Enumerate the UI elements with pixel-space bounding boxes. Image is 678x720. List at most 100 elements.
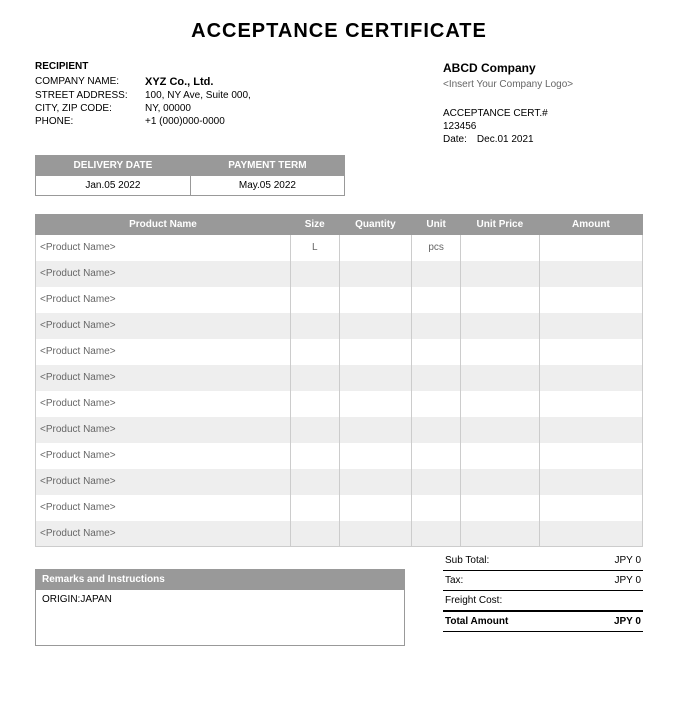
cell-unit_price — [460, 443, 539, 469]
freight-label: Freight Cost: — [445, 595, 502, 606]
remarks-content: ORIGIN:JAPAN — [35, 590, 405, 646]
company-name-label: COMPANY NAME: — [35, 76, 145, 88]
date-value: Dec.01 2021 — [477, 134, 534, 145]
size-header: Size — [290, 215, 339, 235]
cell-amount — [539, 287, 642, 313]
cell-quantity — [339, 339, 412, 365]
street-address-value: 100, NY Ave, Suite 000, — [145, 90, 251, 101]
subtotal-label: Sub Total: — [445, 555, 489, 566]
cell-unit — [412, 313, 461, 339]
table-row: <Product Name> — [36, 495, 643, 521]
city-zip-label: CITY, ZIP CODE: — [35, 103, 145, 114]
cell-quantity — [339, 287, 412, 313]
cell-amount — [539, 391, 642, 417]
cell-unit_price — [460, 261, 539, 287]
cell-size — [290, 365, 339, 391]
unit-price-header: Unit Price — [460, 215, 539, 235]
quantity-header: Quantity — [339, 215, 412, 235]
logo-placeholder: <Insert Your Company Logo> — [443, 79, 643, 90]
cell-unit_price — [460, 417, 539, 443]
cell-name: <Product Name> — [36, 235, 291, 261]
cell-amount — [539, 469, 642, 495]
cell-amount — [539, 443, 642, 469]
company-block: ABCD Company <Insert Your Company Logo> … — [443, 61, 643, 145]
cell-name: <Product Name> — [36, 313, 291, 339]
unit-header: Unit — [412, 215, 461, 235]
table-row: <Product Name> — [36, 365, 643, 391]
cell-unit_price — [460, 521, 539, 547]
cell-name: <Product Name> — [36, 521, 291, 547]
cell-quantity — [339, 235, 412, 261]
cell-unit_price — [460, 235, 539, 261]
cell-amount — [539, 313, 642, 339]
cell-unit — [412, 339, 461, 365]
cell-unit — [412, 287, 461, 313]
table-row: <Product Name> — [36, 261, 643, 287]
cell-amount — [539, 417, 642, 443]
delivery-table: DELIVERY DATE PAYMENT TERM Jan.05 2022 M… — [35, 155, 345, 196]
cell-name: <Product Name> — [36, 417, 291, 443]
cell-size: L — [290, 235, 339, 261]
table-row: <Product Name> — [36, 521, 643, 547]
cell-size — [290, 313, 339, 339]
cell-quantity — [339, 521, 412, 547]
table-row: <Product Name> — [36, 443, 643, 469]
cell-quantity — [339, 495, 412, 521]
cell-amount — [539, 521, 642, 547]
table-row: <Product Name>Lpcs — [36, 235, 643, 261]
cell-unit — [412, 417, 461, 443]
cell-quantity — [339, 417, 412, 443]
cell-size — [290, 391, 339, 417]
cell-name: <Product Name> — [36, 469, 291, 495]
total-amount-value: JPY 0 — [614, 616, 641, 627]
cell-size — [290, 287, 339, 313]
cell-unit_price — [460, 365, 539, 391]
amount-header: Amount — [539, 215, 642, 235]
cert-number-label: ACCEPTANCE CERT.# — [443, 108, 643, 119]
recipient-section-label: RECIPIENT — [35, 61, 355, 72]
cell-quantity — [339, 365, 412, 391]
cell-name: <Product Name> — [36, 495, 291, 521]
cell-name: <Product Name> — [36, 391, 291, 417]
cell-name: <Product Name> — [36, 287, 291, 313]
tax-value: JPY 0 — [615, 575, 642, 586]
cell-unit_price — [460, 469, 539, 495]
payment-term-header: PAYMENT TERM — [190, 156, 344, 176]
table-row: <Product Name> — [36, 339, 643, 365]
cell-amount — [539, 365, 642, 391]
product-table: Product Name Size Quantity Unit Unit Pri… — [35, 214, 643, 547]
table-row: <Product Name> — [36, 287, 643, 313]
cell-unit — [412, 443, 461, 469]
tax-label: Tax: — [445, 575, 463, 586]
cell-size — [290, 443, 339, 469]
cert-number-value: 123456 — [443, 121, 643, 132]
payment-term-value: May.05 2022 — [190, 176, 344, 196]
table-row: <Product Name> — [36, 313, 643, 339]
recipient-block: RECIPIENT COMPANY NAME: XYZ Co., Ltd. ST… — [35, 61, 355, 145]
issuer-company-name: ABCD Company — [443, 61, 643, 75]
cell-unit_price — [460, 313, 539, 339]
cell-amount — [539, 261, 642, 287]
cell-unit_price — [460, 339, 539, 365]
cell-unit — [412, 469, 461, 495]
cell-unit — [412, 521, 461, 547]
cell-amount — [539, 495, 642, 521]
cell-unit — [412, 261, 461, 287]
cell-size — [290, 495, 339, 521]
date-label: Date: — [443, 134, 467, 145]
cell-unit_price — [460, 495, 539, 521]
cell-name: <Product Name> — [36, 339, 291, 365]
cell-unit — [412, 391, 461, 417]
subtotal-value: JPY 0 — [615, 555, 642, 566]
delivery-date-value: Jan.05 2022 — [36, 176, 191, 196]
remarks-block: Remarks and Instructions ORIGIN:JAPAN — [35, 569, 405, 646]
cell-size — [290, 339, 339, 365]
cell-name: <Product Name> — [36, 365, 291, 391]
cell-unit_price — [460, 287, 539, 313]
delivery-date-header: DELIVERY DATE — [36, 156, 191, 176]
cell-size — [290, 469, 339, 495]
city-zip-value: NY, 00000 — [145, 103, 191, 114]
cell-unit — [412, 495, 461, 521]
cell-size — [290, 417, 339, 443]
table-row: <Product Name> — [36, 391, 643, 417]
